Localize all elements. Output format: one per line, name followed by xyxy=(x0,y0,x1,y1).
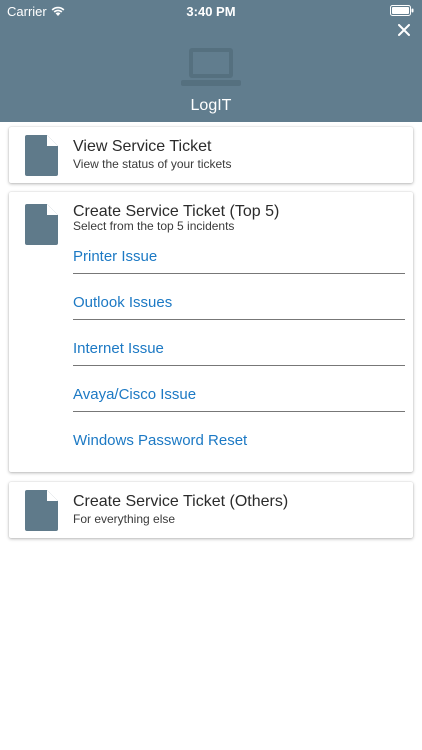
issue-label: Avaya/Cisco Issue xyxy=(73,386,197,403)
others-ticket-card[interactable]: Create Service Ticket (Others) For every… xyxy=(9,482,413,538)
divider xyxy=(73,319,405,320)
app-title: LogIT xyxy=(190,97,232,114)
view-ticket-card[interactable]: View Service Ticket View the status of y… xyxy=(9,127,413,183)
document-icon xyxy=(25,135,58,176)
issue-windows-password[interactable]: Windows Password Reset xyxy=(73,428,405,458)
issue-printer[interactable]: Printer Issue xyxy=(73,244,405,274)
card-subtitle: Select from the top 5 incidents xyxy=(73,219,235,233)
issue-internet[interactable]: Internet Issue xyxy=(73,336,405,366)
divider xyxy=(73,273,405,274)
card-subtitle: View the status of your tickets xyxy=(73,157,232,171)
document-icon xyxy=(25,204,58,245)
issue-label: Internet Issue xyxy=(73,340,164,357)
issue-label: Printer Issue xyxy=(73,248,158,265)
issue-avaya-cisco[interactable]: Avaya/Cisco Issue xyxy=(73,382,405,412)
top5-ticket-card: Create Service Ticket (Top 5) Select fro… xyxy=(9,192,413,472)
status-bar: Carrier 3:40 PM xyxy=(0,0,422,22)
app-header: Carrier 3:40 PM LogIT xyxy=(0,0,422,122)
divider xyxy=(73,411,405,412)
status-time: 3:40 PM xyxy=(186,4,236,19)
document-icon xyxy=(25,490,58,531)
close-button[interactable] xyxy=(394,20,414,40)
card-subtitle: For everything else xyxy=(73,512,176,526)
issue-label: Outlook Issues xyxy=(73,294,173,311)
divider xyxy=(73,365,405,366)
laptop-icon xyxy=(181,48,241,86)
close-icon xyxy=(398,24,410,36)
issue-label: Windows Password Reset xyxy=(73,432,248,449)
battery-icon xyxy=(390,5,414,16)
card-title: Create Service Ticket (Others) xyxy=(73,493,289,510)
card-title: View Service Ticket xyxy=(73,138,212,155)
issue-outlook[interactable]: Outlook Issues xyxy=(73,290,405,320)
